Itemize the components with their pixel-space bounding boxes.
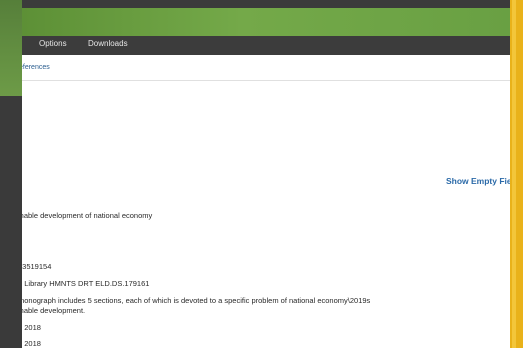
left-gutter <box>0 96 22 348</box>
left-edge-green <box>0 0 22 96</box>
breadcrumb-link[interactable]: eferences <box>22 64 50 71</box>
breadcrumb: eferences <box>22 55 510 81</box>
show-empty-fields-link[interactable]: Show Empty Fiel <box>446 176 510 186</box>
nav-item-downloads[interactable]: Downloads <box>88 39 128 48</box>
record-date: b 2018 <box>22 323 41 332</box>
record-title: inable development of national economy <box>22 211 153 220</box>
record-id: 93519154 <box>22 262 52 271</box>
right-frame-highlight <box>512 0 516 348</box>
browser-window: Options Downloads eferences Show Empty F… <box>22 0 510 348</box>
nav-item-options[interactable]: Options <box>39 39 67 48</box>
app-header-shade <box>22 0 510 8</box>
record-date-secondary: b 2018 <box>22 339 41 348</box>
record-abstract-line1: monograph includes 5 sections, each of w… <box>22 296 371 305</box>
record-holding: h Library HMNTS DRT ELD.DS.179161 <box>22 279 150 288</box>
main-nav: Options Downloads <box>22 36 510 55</box>
record-abstract-line2: inable development. <box>22 306 86 315</box>
